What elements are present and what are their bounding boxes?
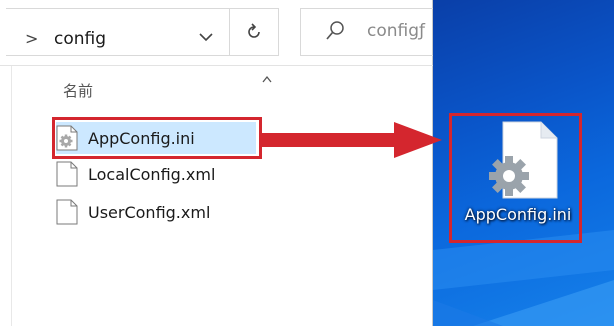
- search-icon: [325, 20, 345, 46]
- search-box[interactable]: configƒ: [300, 8, 440, 56]
- sort-ascending-caret-icon: [262, 68, 272, 83]
- blank-file-icon: [56, 161, 78, 187]
- file-row-localconfig[interactable]: LocalConfig.xml: [56, 158, 256, 190]
- file-name: LocalConfig.xml: [88, 164, 216, 184]
- column-header-name[interactable]: 名前: [63, 80, 93, 101]
- file-row-userconfig[interactable]: UserConfig.xml: [56, 196, 256, 228]
- file-name: UserConfig.xml: [88, 202, 211, 222]
- address-box[interactable]: > config: [6, 8, 230, 56]
- address-bar: > config configƒ: [0, 0, 440, 66]
- highlight-box-desktop-file: [449, 113, 582, 243]
- chevron-down-icon[interactable]: [199, 30, 213, 46]
- blank-file-icon: [56, 199, 78, 225]
- search-input[interactable]: configƒ: [367, 21, 425, 41]
- drag-arrow-icon: [260, 122, 442, 158]
- refresh-button[interactable]: [229, 8, 279, 56]
- navigation-pane-edge: [0, 66, 12, 326]
- breadcrumb-current-folder[interactable]: config: [54, 29, 106, 49]
- breadcrumb-chevron-icon[interactable]: >: [25, 29, 38, 48]
- highlight-box-explorer-file: [52, 117, 262, 159]
- file-explorer-window: > config configƒ 名前 AppConfig.ini LocalC…: [0, 0, 440, 326]
- refresh-icon: [248, 23, 260, 38]
